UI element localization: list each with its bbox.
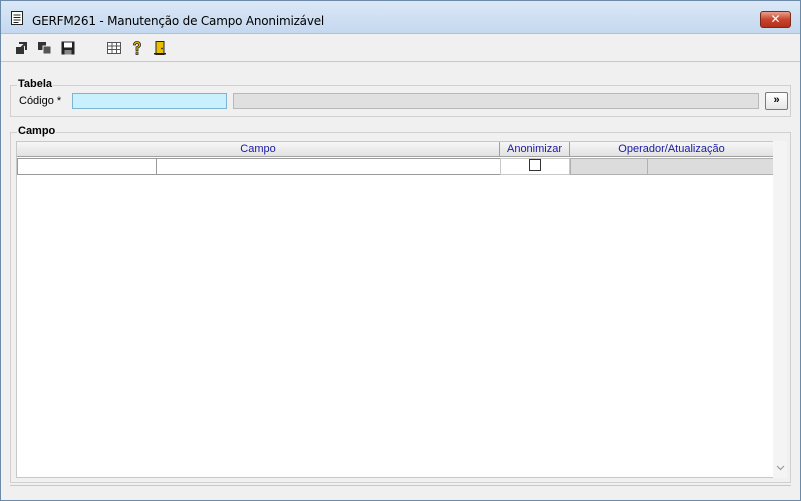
anonimizar-checkbox[interactable] xyxy=(529,159,541,171)
close-button[interactable]: ✕ xyxy=(760,11,791,28)
save-icon[interactable] xyxy=(60,40,76,56)
main-window: GERFM261 - Manutenção de Campo Anonimizá… xyxy=(0,0,801,501)
exit-icon[interactable] xyxy=(152,40,168,56)
column-header-anonimizar[interactable]: Anonimizar xyxy=(500,142,570,157)
column-header-operador[interactable]: Operador/Atualização xyxy=(570,142,774,157)
vertical-scrollbar[interactable] xyxy=(773,141,787,478)
campo-code-cell[interactable] xyxy=(17,158,157,175)
table-icon[interactable] xyxy=(106,40,122,56)
operador-cell xyxy=(570,158,648,175)
codigo-input[interactable] xyxy=(72,93,227,109)
tabela-group-title: Tabela xyxy=(17,78,54,90)
document-icon xyxy=(11,11,23,25)
lookup-button[interactable]: » xyxy=(765,92,788,110)
help-icon[interactable] xyxy=(129,40,145,56)
copy-icon[interactable] xyxy=(37,40,53,56)
status-bar xyxy=(10,485,791,494)
title-bar: GERFM261 - Manutenção de Campo Anonimizá… xyxy=(1,1,800,34)
window-title: GERFM261 - Manutenção de Campo Anonimizá… xyxy=(32,14,325,28)
toolbar xyxy=(1,34,800,62)
campo-grid: Campo Anonimizar Operador/Atualização xyxy=(16,141,787,478)
campo-group-title: Campo xyxy=(17,125,57,137)
codigo-label: Código * xyxy=(19,95,62,107)
scroll-down-icon[interactable] xyxy=(776,465,785,471)
campo-name-cell[interactable] xyxy=(156,158,501,175)
column-header-campo[interactable]: Campo xyxy=(17,142,500,157)
atualizacao-cell xyxy=(647,158,774,175)
close-icon: ✕ xyxy=(770,12,781,26)
descricao-field xyxy=(233,93,759,109)
import-icon[interactable] xyxy=(14,40,30,56)
